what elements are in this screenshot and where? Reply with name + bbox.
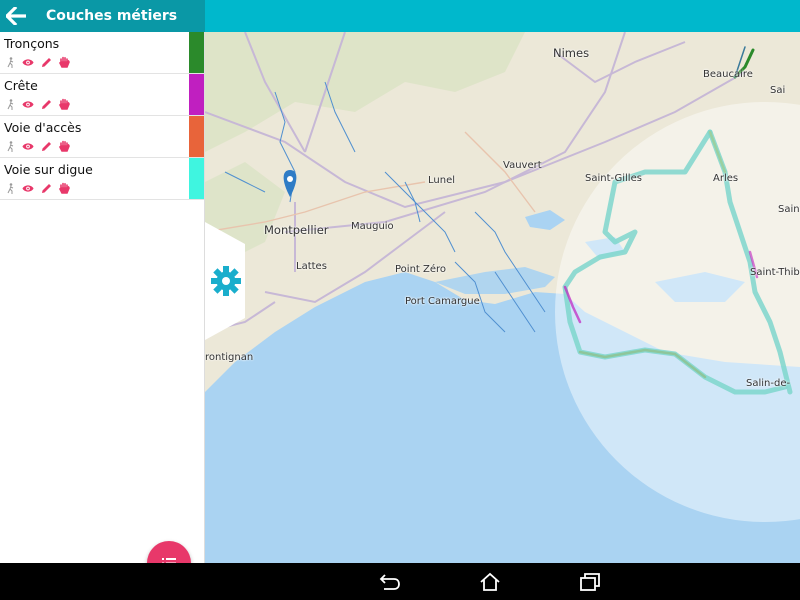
layer-row[interactable]: Crête <box>0 74 204 116</box>
layer-name: Voie d'accès <box>4 120 82 135</box>
layer-name: Voie sur digue <box>4 162 93 177</box>
layer-row[interactable]: Voie sur digue <box>0 158 204 200</box>
arrow-left-icon <box>6 7 26 25</box>
walk-icon[interactable] <box>4 182 16 194</box>
layer-tools <box>4 182 70 194</box>
layer-name: Crête <box>4 78 38 93</box>
layer-color-swatch[interactable] <box>189 32 204 73</box>
map-label-point-zero: Point Zéro <box>395 264 447 275</box>
layer-color-swatch[interactable] <box>189 158 204 199</box>
pencil-icon[interactable] <box>40 182 52 194</box>
panel-title: Couches métiers <box>46 8 178 24</box>
layer-name: Tronçons <box>4 36 60 51</box>
hand-icon[interactable] <box>58 98 70 110</box>
eye-icon[interactable] <box>22 182 34 194</box>
walk-icon[interactable] <box>4 98 16 110</box>
recents-nav-icon <box>580 573 600 591</box>
eye-icon[interactable] <box>22 98 34 110</box>
map-label-saint-gilles: Saint-Gilles <box>585 173 642 184</box>
layer-panel: Tronçons Crête Voie d'accès Voie sur digue <box>0 32 205 563</box>
layer-tools <box>4 98 70 110</box>
walk-icon[interactable] <box>4 56 16 68</box>
pencil-icon[interactable] <box>40 98 52 110</box>
home-nav-icon <box>480 572 500 591</box>
map-label-sai: Sai <box>770 85 786 96</box>
layer-tools <box>4 140 70 152</box>
android-navbar <box>0 563 800 600</box>
hand-icon[interactable] <box>58 140 70 152</box>
walk-icon[interactable] <box>4 140 16 152</box>
map-label-lattes: Lattes <box>296 261 327 272</box>
map-label-port-camargue: Port Camargue <box>405 296 480 307</box>
list-fab-button[interactable] <box>147 541 191 563</box>
layer-list: Tronçons Crête Voie d'accès Voie sur digue <box>0 32 204 200</box>
map-label-mauguio: Mauguio <box>351 221 394 232</box>
settings-tab-shape <box>205 222 245 340</box>
map-label-beaucaire: Beaucaire <box>703 69 753 80</box>
pencil-icon[interactable] <box>40 56 52 68</box>
eye-icon[interactable] <box>22 56 34 68</box>
map-background <box>205 32 800 563</box>
hand-icon[interactable] <box>58 56 70 68</box>
map-label-arles: Arles <box>713 173 739 184</box>
map-label-vauvert: Vauvert <box>503 160 542 171</box>
eye-icon[interactable] <box>22 140 34 152</box>
map-label-nimes: Nimes <box>553 46 590 60</box>
back-button[interactable] <box>0 0 32 32</box>
map-header <box>205 0 800 32</box>
map-label-saint-thibery: Saint-Thibé <box>750 267 800 278</box>
app-window: Couches métiers Tronçons Crête Voie d'accè… <box>0 0 800 563</box>
layer-tools <box>4 56 70 68</box>
back-nav-button[interactable] <box>378 571 402 593</box>
layer-color-swatch[interactable] <box>189 74 204 115</box>
map-label-saint-m: Saint-M <box>778 204 800 215</box>
map-label-montpellier: Montpellier <box>264 223 329 237</box>
recents-nav-button[interactable] <box>578 571 602 593</box>
back-nav-icon <box>379 574 400 590</box>
gear-icon <box>211 266 241 296</box>
map-label-lunel: Lunel <box>428 175 456 186</box>
pencil-icon[interactable] <box>40 140 52 152</box>
map-view[interactable]: Nimes Beaucaire Sai Vauvert Lunel Saint-… <box>205 32 800 563</box>
layer-row[interactable]: Tronçons <box>0 32 204 74</box>
map-label-salin: Salin-de- <box>746 378 791 389</box>
map-label-frontignan: rontignan <box>205 352 254 363</box>
layer-color-swatch[interactable] <box>189 116 204 157</box>
home-nav-button[interactable] <box>478 571 502 593</box>
settings-tab[interactable] <box>205 222 245 340</box>
panel-header: Couches métiers <box>0 0 205 32</box>
hand-icon[interactable] <box>58 182 70 194</box>
layer-row[interactable]: Voie d'accès <box>0 116 204 158</box>
